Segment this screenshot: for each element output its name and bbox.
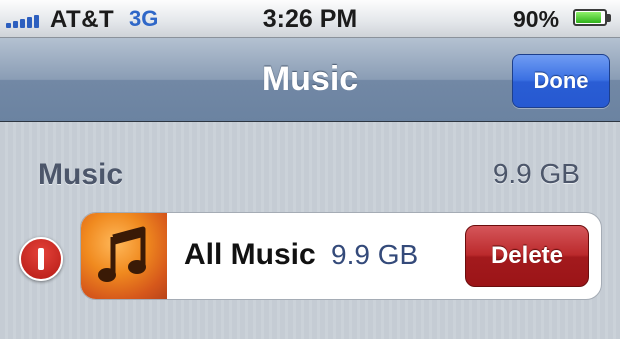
navigation-bar: Music Done — [0, 38, 620, 122]
battery-tip — [607, 14, 611, 22]
content-area: Music 9.9 GB All Music 9.9 GB Delete — [0, 122, 620, 339]
section-title: Music — [38, 158, 124, 191]
battery-icon — [573, 9, 607, 26]
done-button[interactable]: Done — [512, 54, 610, 108]
music-note-icon — [81, 213, 167, 299]
list-item-size: 9.9 GB — [331, 239, 419, 270]
list-item-title: All Music — [184, 238, 316, 271]
status-bar: AT&T 3G 3:26 PM 90% — [0, 0, 620, 38]
delete-button[interactable]: Delete — [465, 225, 589, 287]
battery-percent: 90% — [513, 6, 560, 32]
delete-toggle-bar — [38, 248, 44, 270]
list-item-all-music[interactable]: All Music 9.9 GB Delete — [80, 212, 602, 300]
delete-toggle-icon[interactable] — [19, 237, 63, 281]
battery-fill — [576, 12, 601, 23]
section-size: 9.9 GB — [492, 158, 580, 189]
